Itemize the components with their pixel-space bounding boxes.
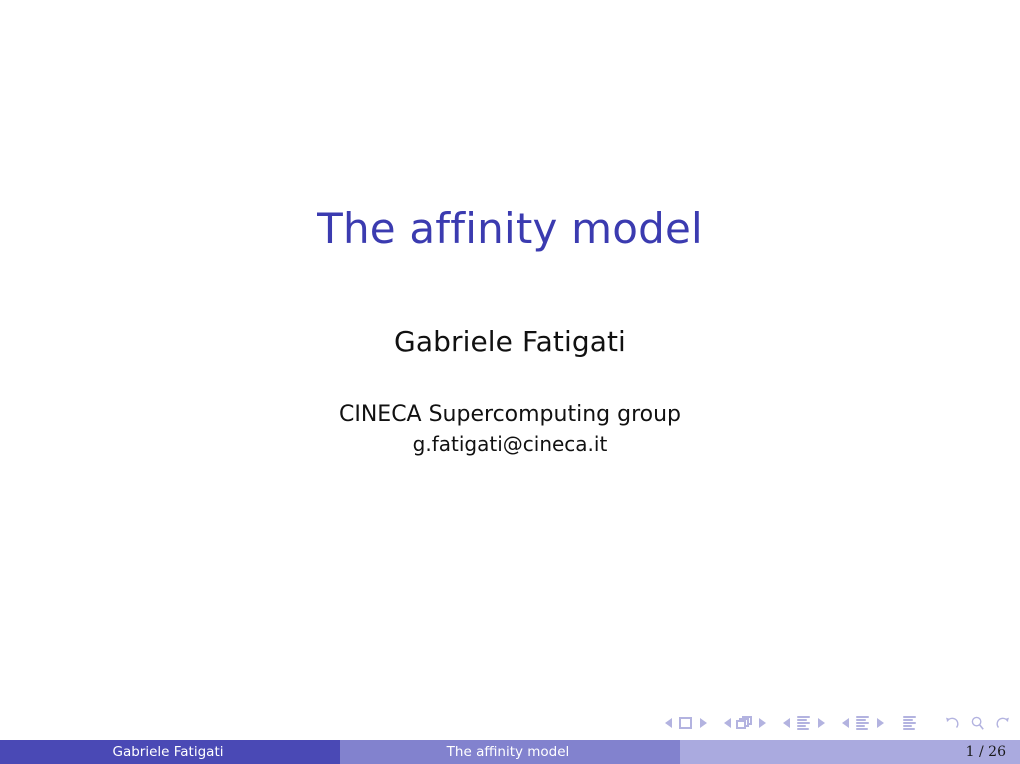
section-navigation-group (842, 715, 884, 731)
presentation-icon[interactable] (901, 715, 919, 731)
section-icon[interactable] (854, 715, 872, 731)
footer-author: Gabriele Fatigati (0, 740, 340, 764)
slide-navigation-group (665, 715, 707, 731)
institute-block: CINECA Supercomputing group g.fatigati@c… (0, 401, 1020, 457)
next-slide-icon[interactable] (700, 718, 707, 728)
subsection-navigation-group (783, 715, 825, 731)
beamer-title-slide: The affinity model Gabriele Fatigati CIN… (0, 0, 1020, 764)
previous-slide-icon[interactable] (665, 718, 672, 728)
subsection-icon[interactable] (795, 715, 813, 731)
footer-page-number: 1 / 26 (680, 740, 1020, 764)
forward-icon[interactable] (995, 715, 1012, 732)
back-icon[interactable] (943, 715, 960, 732)
navigation-symbols (665, 710, 1012, 736)
navigation-tools-group (943, 715, 1012, 732)
next-subsection-icon[interactable] (818, 718, 825, 728)
next-section-icon[interactable] (877, 718, 884, 728)
institute-email: g.fatigati@cineca.it (412, 431, 608, 456)
frame-navigation-group (724, 715, 766, 731)
page-title: The affinity model (317, 204, 703, 253)
footer-bar: Gabriele Fatigati The affinity model 1 /… (0, 740, 1020, 764)
slide-icon[interactable] (677, 715, 695, 731)
previous-frame-icon[interactable] (724, 718, 731, 728)
previous-subsection-icon[interactable] (783, 718, 790, 728)
next-frame-icon[interactable] (759, 718, 766, 728)
frame-icon[interactable] (736, 715, 754, 731)
institute-line: CINECA Supercomputing group (338, 402, 681, 427)
author-name: Gabriele Fatigati (394, 325, 626, 358)
find-icon[interactable] (969, 715, 986, 732)
footer-title: The affinity model (340, 740, 680, 764)
presentation-navigation-group (901, 715, 919, 731)
previous-section-icon[interactable] (842, 718, 849, 728)
